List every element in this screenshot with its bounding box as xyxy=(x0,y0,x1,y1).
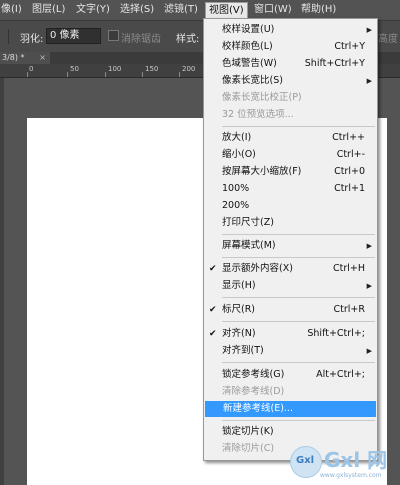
menu-image[interactable]: 像(I) xyxy=(1,3,22,17)
ruler-label: 50 xyxy=(70,65,79,73)
antialias-label: 消除锯齿 xyxy=(121,34,161,45)
menu-item-clear-guides: 清除参考线(D) xyxy=(222,386,285,397)
watermark-logo: Gxl Gxl 网 www.gxlsystem.com xyxy=(288,444,396,482)
document-tab-label: 3/8) * xyxy=(2,53,25,62)
style-label: 样式: xyxy=(176,34,200,45)
menu-item-32bit-preview: 32 位预览选项... xyxy=(222,109,294,120)
menu-separator xyxy=(222,126,375,127)
menu-item-lock-guides[interactable]: 锁定参考线(G) Alt+Ctrl+; xyxy=(204,367,377,383)
menu-separator xyxy=(222,297,375,298)
menu-item-200-percent[interactable]: 200% xyxy=(204,198,377,214)
menu-separator xyxy=(222,234,375,235)
menu-type[interactable]: 文字(Y) xyxy=(76,3,110,17)
menu-item-proof-colors[interactable]: 校样颜色(L) Ctrl+Y xyxy=(204,39,377,55)
close-icon[interactable]: × xyxy=(39,52,46,64)
antialias-checkbox[interactable] xyxy=(108,30,119,41)
menu-item-rulers[interactable]: ✔ 标尺(R) Ctrl+R xyxy=(204,302,377,318)
ruler-tick xyxy=(27,72,28,77)
ruler-tick xyxy=(105,72,106,77)
submenu-arrow-icon: ▶ xyxy=(366,242,372,250)
ruler-label: 200 xyxy=(182,65,196,73)
feather-label: 羽化: xyxy=(20,34,44,45)
menu-item-zoom-out[interactable]: 缩小(O) Ctrl+- xyxy=(204,147,377,163)
menu-item-fit-on-screen[interactable]: 按屏幕大小缩放(F) Ctrl+0 xyxy=(204,164,377,180)
menu-help[interactable]: 帮助(H) xyxy=(301,3,336,17)
menu-item-pixel-aspect-ratio[interactable]: 像素长宽比(S) ▶ xyxy=(204,73,377,89)
menu-item-screen-mode[interactable]: 屏幕模式(M) ▶ xyxy=(204,238,377,254)
menu-separator xyxy=(222,257,375,258)
ruler-tick xyxy=(179,72,180,77)
submenu-arrow-icon: ▶ xyxy=(366,347,372,355)
watermark-url: www.gxlsystem.com xyxy=(320,472,382,479)
menu-window[interactable]: 窗口(W) xyxy=(254,3,292,17)
ruler-label: 100 xyxy=(108,65,122,73)
menu-item-snap[interactable]: ✔ 对齐(N) Shift+Ctrl+; xyxy=(204,326,377,342)
menu-item-print-size[interactable]: 打印尺寸(Z) xyxy=(204,215,377,231)
watermark-brand: Gxl 网 xyxy=(324,448,388,472)
logo-icon: Gxl xyxy=(290,446,322,478)
submenu-arrow-icon: ▶ xyxy=(366,77,372,85)
menu-item-new-guide[interactable]: 新建参考线(E)... xyxy=(205,401,376,417)
menu-bar: 像(I) 图层(L) 文字(Y) 选择(S) 滤镜(T) 视图(V) 窗口(W)… xyxy=(0,0,400,20)
checkmark-icon: ✔ xyxy=(209,264,217,274)
menu-item-zoom-in[interactable]: 放大(I) Ctrl++ xyxy=(204,130,377,146)
menu-separator xyxy=(222,420,375,421)
menu-item-proof-setup[interactable]: 校样设置(U) ▶ xyxy=(204,22,377,38)
menu-item-pixel-aspect-correction: 像素长宽比校正(P) xyxy=(222,92,302,103)
vertical-ruler[interactable] xyxy=(0,78,4,485)
menu-separator xyxy=(222,362,375,363)
ruler-tick xyxy=(67,72,68,77)
feather-input[interactable]: 0 像素 xyxy=(46,28,101,44)
menu-item-gamut-warning[interactable]: 色域警告(W) Shift+Ctrl+Y xyxy=(204,56,377,72)
menu-filter[interactable]: 滤镜(T) xyxy=(164,3,198,17)
menu-layer[interactable]: 图层(L) xyxy=(32,3,65,17)
menu-item-show[interactable]: 显示(H) ▶ xyxy=(204,278,377,294)
checkmark-icon: ✔ xyxy=(209,305,217,315)
submenu-arrow-icon: ▶ xyxy=(366,26,372,34)
checkmark-icon: ✔ xyxy=(209,329,217,339)
options-separator xyxy=(8,29,9,44)
height-label: 高度 xyxy=(378,34,398,45)
ruler-label: 150 xyxy=(145,65,159,73)
submenu-arrow-icon: ▶ xyxy=(366,282,372,290)
menu-separator xyxy=(222,321,375,322)
menu-item-lock-slices[interactable]: 锁定切片(K) xyxy=(204,424,377,440)
menu-select[interactable]: 选择(S) xyxy=(120,3,154,17)
document-tab[interactable]: 3/8) * × xyxy=(0,52,50,64)
ruler-tick xyxy=(142,72,143,77)
menu-item-100-percent[interactable]: 100% Ctrl+1 xyxy=(204,181,377,197)
view-dropdown-menu: 校样设置(U) ▶ 校样颜色(L) Ctrl+Y 色域警告(W) Shift+C… xyxy=(203,18,378,461)
ruler-label: 0 xyxy=(29,65,34,73)
menu-item-snap-to[interactable]: 对齐到(T) ▶ xyxy=(204,343,377,359)
menu-item-show-extras[interactable]: ✔ 显示额外内容(X) Ctrl+H xyxy=(204,261,377,277)
